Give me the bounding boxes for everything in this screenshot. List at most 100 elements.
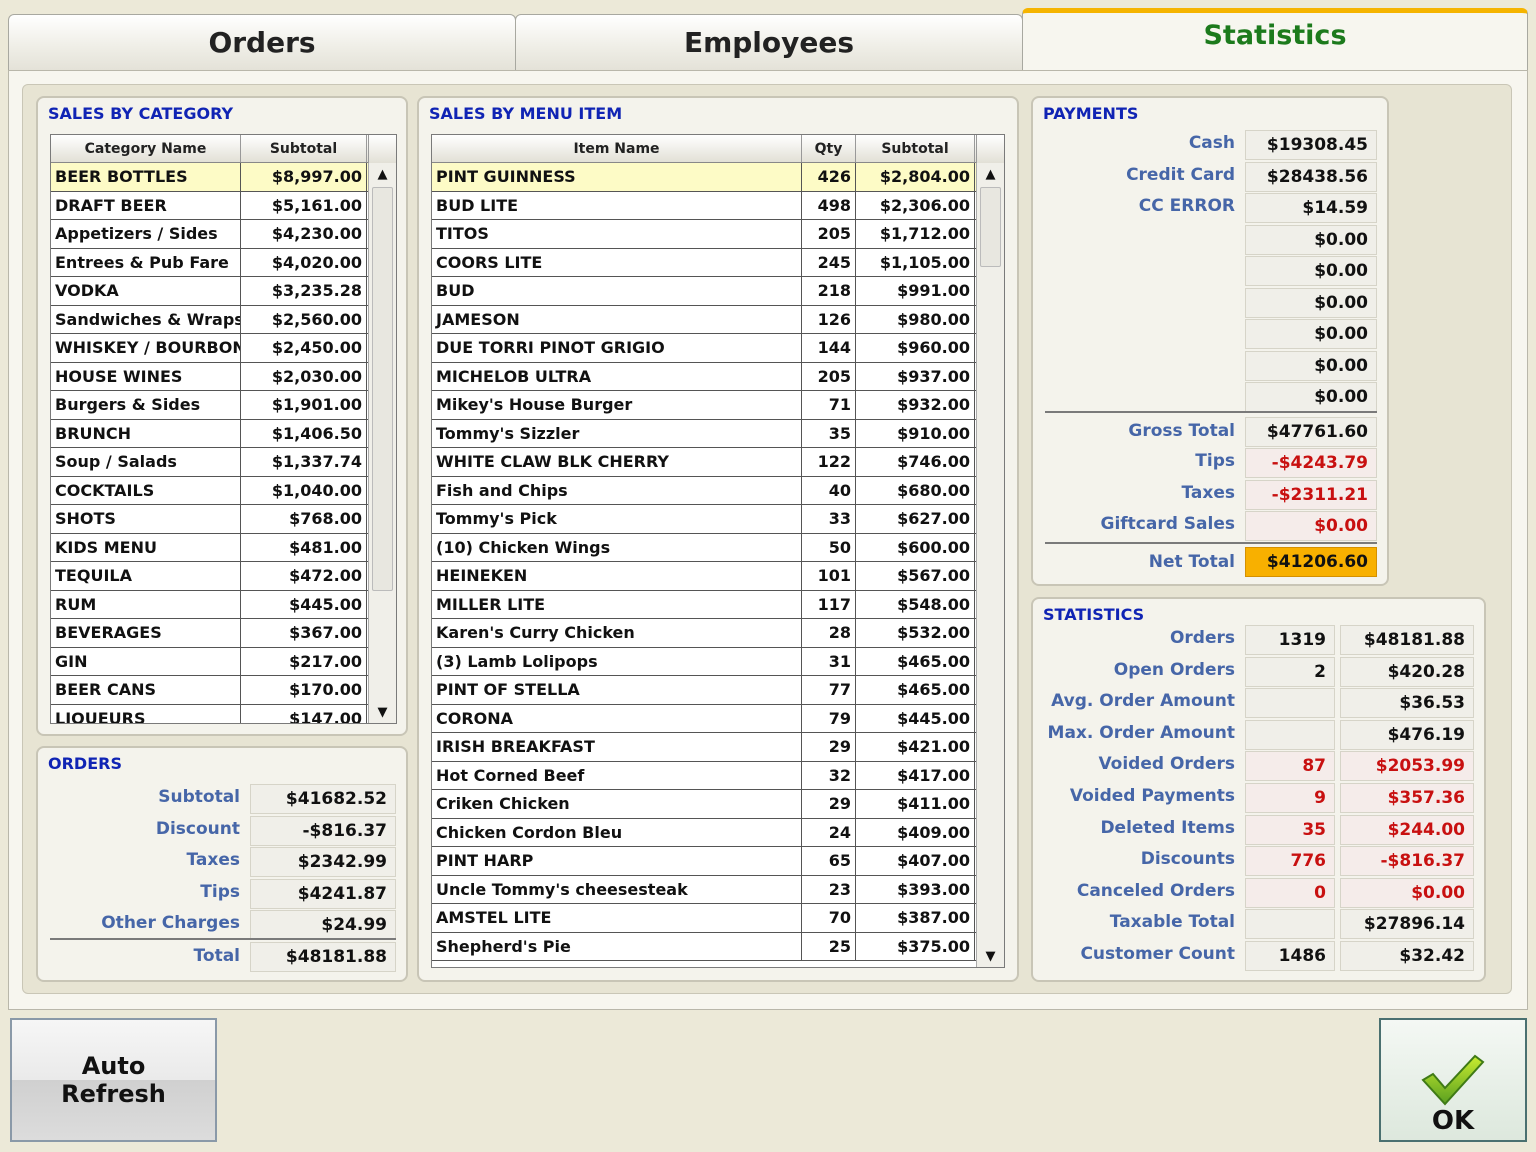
orders-item-value: -$816.37 — [250, 815, 396, 846]
tab-employees-label: Employees — [683, 26, 855, 59]
auto-refresh-button[interactable]: Auto Refresh — [10, 1018, 217, 1142]
tab-statistics[interactable]: Statistics — [1022, 8, 1528, 71]
menu-item-grid-header: Item Name Qty Subtotal — [432, 135, 1004, 163]
item-subtotal-cell: $409.00 — [856, 818, 975, 846]
item-qty-cell: 205 — [802, 362, 856, 390]
menu-item-row[interactable]: MICHELOB ULTRA 205 $937.00 — [432, 362, 1004, 391]
category-subtotal-cell: $170.00 — [241, 676, 367, 704]
category-scrollbar[interactable]: ▲ ▼ — [368, 163, 396, 723]
menu-item-row[interactable]: (3) Lamb Lolipops 31 $465.00 — [432, 647, 1004, 676]
menu-item-row[interactable]: HEINEKEN 101 $567.00 — [432, 562, 1004, 591]
menu-item-row[interactable]: MILLER LITE 117 $548.00 — [432, 590, 1004, 619]
deduction-value: $0.00 — [1245, 511, 1377, 541]
category-scroll-thumb[interactable] — [372, 187, 393, 591]
category-row[interactable]: Soup / Salads $1,337.74 — [51, 448, 396, 477]
col-category-name[interactable]: Category Name — [51, 135, 241, 162]
menu-item-row[interactable]: JAMESON 126 $980.00 — [432, 305, 1004, 334]
menu-item-row[interactable]: Uncle Tommy's cheesesteak 23 $393.00 — [432, 875, 1004, 904]
scroll-up-icon[interactable]: ▲ — [977, 163, 1004, 185]
item-qty-cell: 71 — [802, 391, 856, 419]
category-row[interactable]: WHISKEY / BOURBON $2,450.00 — [51, 334, 396, 363]
statistic-amount: $420.28 — [1340, 656, 1474, 687]
payment-value: $0.00 — [1245, 224, 1377, 255]
category-grid: Category Name Subtotal BEER BOTTLES $8,99… — [50, 134, 397, 724]
category-name-cell: WHISKEY / BOURBON — [51, 334, 241, 362]
category-row[interactable]: COCKTAILS $1,040.00 — [51, 476, 396, 505]
menu-item-row[interactable]: PINT OF STELLA 77 $465.00 — [432, 676, 1004, 705]
item-qty-cell: 29 — [802, 733, 856, 761]
menu-item-row[interactable]: PINT HARP 65 $407.00 — [432, 847, 1004, 876]
deduction-label: Tips — [1195, 451, 1235, 471]
category-row[interactable]: GIN $217.00 — [51, 647, 396, 676]
col-category-subtotal[interactable]: Subtotal — [241, 135, 367, 162]
col-item-name[interactable]: Item Name — [432, 135, 802, 162]
item-name-cell: Chicken Cordon Bleu — [432, 818, 802, 846]
category-subtotal-cell: $1,406.50 — [241, 419, 367, 447]
col-qty[interactable]: Qty — [802, 135, 856, 162]
menu-item-row[interactable]: Fish and Chips 40 $680.00 — [432, 476, 1004, 505]
statistic-count: 2 — [1245, 656, 1335, 687]
category-row[interactable]: Appetizers / Sides $4,230.00 — [51, 220, 396, 249]
col-item-subtotal[interactable]: Subtotal — [856, 135, 975, 162]
category-row[interactable]: SHOTS $768.00 — [51, 505, 396, 534]
tab-employees[interactable]: Employees — [515, 14, 1023, 70]
category-subtotal-cell: $2,450.00 — [241, 334, 367, 362]
item-qty-cell: 50 — [802, 533, 856, 561]
menu-item-row[interactable]: WHITE CLAW BLK CHERRY 122 $746.00 — [432, 448, 1004, 477]
menu-item-scrollbar[interactable]: ▲ ▼ — [976, 163, 1004, 967]
menu-item-row[interactable]: PINT GUINNESS 426 $2,804.00 — [432, 163, 1004, 192]
menu-item-row[interactable]: Mikey's House Burger 71 $932.00 — [432, 391, 1004, 420]
tab-orders[interactable]: Orders — [8, 14, 516, 70]
menu-item-row[interactable]: BUD 218 $991.00 — [432, 277, 1004, 306]
category-row[interactable]: LIQUEURS $147.00 — [51, 704, 396, 723]
statistics-title: STATISTICS — [1043, 605, 1145, 624]
category-row[interactable]: BEER BOTTLES $8,997.00 — [51, 163, 396, 192]
menu-item-row[interactable]: Criken Chicken 29 $411.00 — [432, 790, 1004, 819]
category-row[interactable]: BEER CANS $170.00 — [51, 676, 396, 705]
category-row[interactable]: KIDS MENU $481.00 — [51, 533, 396, 562]
category-row[interactable]: BRUNCH $1,406.50 — [51, 419, 396, 448]
category-name-cell: BEER BOTTLES — [51, 163, 241, 191]
menu-item-row[interactable]: BUD LITE 498 $2,306.00 — [432, 191, 1004, 220]
statistic-label: Open Orders — [1113, 659, 1235, 680]
menu-item-row[interactable]: TITOS 205 $1,712.00 — [432, 220, 1004, 249]
ok-button[interactable]: OK — [1379, 1018, 1527, 1142]
category-name-cell: KIDS MENU — [51, 533, 241, 561]
orders-item-label: Tips — [200, 881, 240, 902]
menu-item-row[interactable]: Chicken Cordon Bleu 24 $409.00 — [432, 818, 1004, 847]
menu-item-row[interactable]: AMSTEL LITE 70 $387.00 — [432, 904, 1004, 933]
menu-item-row[interactable]: CORONA 79 $445.00 — [432, 704, 1004, 733]
menu-item-scroll-thumb[interactable] — [980, 187, 1001, 267]
category-subtotal-cell: $367.00 — [241, 619, 367, 647]
menu-item-row[interactable]: Shepherd's Pie 25 $375.00 — [432, 932, 1004, 961]
menu-item-row[interactable]: Tommy's Pick 33 $627.00 — [432, 505, 1004, 534]
category-name-cell: BEVERAGES — [51, 619, 241, 647]
menu-item-row[interactable]: Tommy's Sizzler 35 $910.00 — [432, 419, 1004, 448]
scroll-down-icon[interactable]: ▼ — [369, 701, 396, 723]
category-name-cell: Soup / Salads — [51, 448, 241, 476]
menu-item-grid: Item Name Qty Subtotal PINT GUINNESS 426 $… — [431, 134, 1005, 968]
menu-item-row[interactable]: Karen's Curry Chicken 28 $532.00 — [432, 619, 1004, 648]
menu-item-row[interactable]: DUE TORRI PINOT GRIGIO 144 $960.00 — [432, 334, 1004, 363]
scroll-down-icon[interactable]: ▼ — [977, 945, 1004, 967]
category-row[interactable]: TEQUILA $472.00 — [51, 562, 396, 591]
item-qty-cell: 101 — [802, 562, 856, 590]
item-subtotal-cell: $980.00 — [856, 305, 975, 333]
category-row[interactable]: BEVERAGES $367.00 — [51, 619, 396, 648]
menu-item-row[interactable]: COORS LITE 245 $1,105.00 — [432, 248, 1004, 277]
item-name-cell: COORS LITE — [432, 248, 802, 276]
category-row[interactable]: HOUSE WINES $2,030.00 — [51, 362, 396, 391]
category-row[interactable]: Sandwiches & Wraps $2,560.00 — [51, 305, 396, 334]
tab-statistics-label: Statistics — [1203, 19, 1347, 51]
statistic-amount: $476.19 — [1340, 719, 1474, 750]
category-row[interactable]: VODKA $3,235.28 — [51, 277, 396, 306]
category-row[interactable]: Entrees & Pub Fare $4,020.00 — [51, 248, 396, 277]
category-row[interactable]: RUM $445.00 — [51, 590, 396, 619]
scroll-up-icon[interactable]: ▲ — [369, 163, 396, 185]
menu-item-row[interactable]: Hot Corned Beef 32 $417.00 — [432, 761, 1004, 790]
menu-item-row[interactable]: (10) Chicken Wings 50 $600.00 — [432, 533, 1004, 562]
item-name-cell: BUD LITE — [432, 191, 802, 219]
category-row[interactable]: DRAFT BEER $5,161.00 — [51, 191, 396, 220]
category-row[interactable]: Burgers & Sides $1,901.00 — [51, 391, 396, 420]
menu-item-row[interactable]: IRISH BREAKFAST 29 $421.00 — [432, 733, 1004, 762]
